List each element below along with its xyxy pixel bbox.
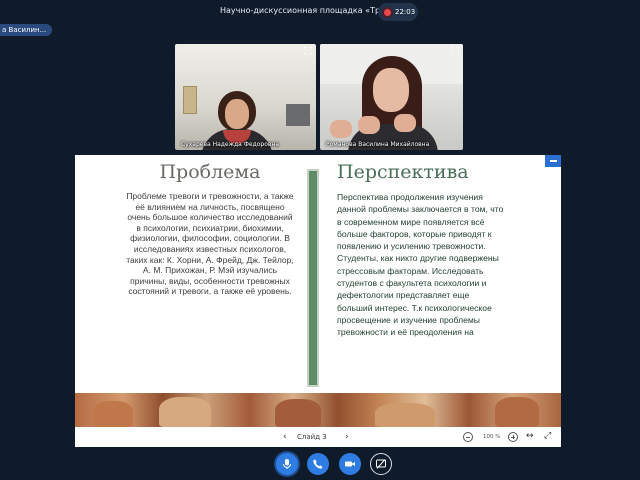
recording-dot-icon <box>384 8 391 16</box>
video-tile-participant-2[interactable]: Романова Василина Михайловна <box>320 44 463 150</box>
microphone-icon <box>283 459 291 469</box>
slide-pottery-image <box>75 393 561 427</box>
zoom-out-icon[interactable] <box>463 432 473 442</box>
fullscreen-icon[interactable]: ⤢ <box>544 431 551 441</box>
slide-right-column: Перспектива Перспектива продолжения изуч… <box>337 161 507 339</box>
slide-right-text: Перспектива продолжения изучения данной … <box>337 192 504 338</box>
timer-text: 22:03 <box>395 8 416 16</box>
chevron-right-icon[interactable]: › <box>345 432 349 442</box>
slide-number-label[interactable]: Слайд 3 <box>297 433 327 441</box>
top-bar: Научно-дискуссионная площадка «Трибуна» … <box>0 0 640 24</box>
chevron-left-icon[interactable]: ‹ <box>283 432 287 442</box>
video-background-window <box>183 86 197 114</box>
phone-icon <box>313 459 323 469</box>
pot-shape <box>159 397 211 427</box>
slide-divider <box>307 169 319 387</box>
participant-face <box>373 68 409 112</box>
recording-timer[interactable]: 22:03 <box>378 3 418 21</box>
participant-hand <box>330 120 352 138</box>
pot-shape <box>275 399 321 427</box>
participant-hand <box>394 114 416 132</box>
active-speaker-pill[interactable]: а Василин... <box>0 24 53 36</box>
participant-name: Сухарева Надежда Федоровна <box>181 141 280 148</box>
zoom-level: 100 % <box>483 434 501 440</box>
phone-button[interactable] <box>307 453 329 475</box>
expand-icon[interactable] <box>451 47 459 55</box>
camera-button[interactable] <box>339 453 361 475</box>
slide-left-column: Проблема Проблеме тревоги и тревожности,… <box>125 161 295 297</box>
slide-right-heading: Перспектива <box>337 161 469 183</box>
pot-shape <box>93 401 133 427</box>
video-background-printer <box>286 104 310 126</box>
expand-icon[interactable] <box>304 47 312 55</box>
screen-share-icon <box>376 459 386 469</box>
presentation-panel: Проблема Проблеме тревоги и тревожности,… <box>75 155 561 447</box>
slide: Проблема Проблеме тревоги и тревожности,… <box>75 155 561 427</box>
screen-share-button[interactable] <box>370 453 392 475</box>
minimize-icon <box>549 160 557 162</box>
pot-shape <box>495 397 539 427</box>
participant-name: Романова Василина Михайловна <box>326 141 430 148</box>
zoom-in-icon[interactable] <box>508 432 518 442</box>
camera-icon <box>345 461 355 467</box>
fit-width-icon[interactable]: ↔ <box>526 431 534 441</box>
call-controls <box>0 452 640 480</box>
presentation-controls: ‹ Слайд 3 › 100 % ↔ ⤢ <box>75 429 561 447</box>
slide-left-heading: Проблема <box>159 161 261 183</box>
minimize-presentation-button[interactable] <box>545 155 561 167</box>
participant-face <box>225 99 249 129</box>
microphone-button[interactable] <box>276 453 298 475</box>
pot-shape <box>375 403 435 427</box>
slide-left-text: Проблеме тревоги и тревожности, а также … <box>126 191 294 297</box>
participant-hand <box>358 116 380 134</box>
video-tile-participant-1[interactable]: Сухарева Надежда Федоровна <box>175 44 316 150</box>
